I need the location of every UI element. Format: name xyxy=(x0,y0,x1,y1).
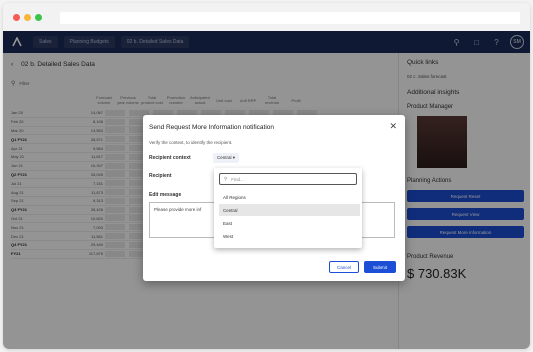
cancel-button[interactable]: Cancel xyxy=(329,261,359,273)
recipient-context-select[interactable]: Central ▾ xyxy=(213,153,240,163)
edit-message-label: Edit message xyxy=(149,192,182,198)
dropdown-option-all-regions[interactable]: All Regions xyxy=(219,191,360,203)
maximize-window-dot[interactable] xyxy=(35,13,42,21)
submit-button[interactable]: Submit xyxy=(364,261,396,273)
recipient-search-placeholder: Find... xyxy=(231,176,244,182)
recipient-dropdown: ⚲ Find... All Regions Central East West xyxy=(214,168,362,248)
dropdown-option-east[interactable]: East xyxy=(219,217,360,229)
dropdown-option-central[interactable]: Central xyxy=(219,204,360,216)
dialog-description: Verify the context, to identify the reci… xyxy=(149,140,233,145)
recipient-label: Recipient xyxy=(149,173,172,179)
recipient-context-label: Recipient context xyxy=(149,155,191,161)
recipient-search-field[interactable]: ⚲ Find... xyxy=(219,173,357,185)
address-bar[interactable] xyxy=(60,12,520,24)
chevron-down-icon: ▾ xyxy=(232,155,236,160)
search-icon: ⚲ xyxy=(224,176,228,181)
browser-chrome xyxy=(3,3,530,31)
minimize-window-dot[interactable] xyxy=(24,13,31,21)
dropdown-option-west[interactable]: West xyxy=(219,230,360,242)
close-window-dot[interactable] xyxy=(13,13,20,21)
dialog-title: Send Request More Information notificati… xyxy=(149,124,275,131)
close-icon[interactable]: ✕ xyxy=(389,121,397,132)
recipient-context-value: Central xyxy=(217,155,232,160)
